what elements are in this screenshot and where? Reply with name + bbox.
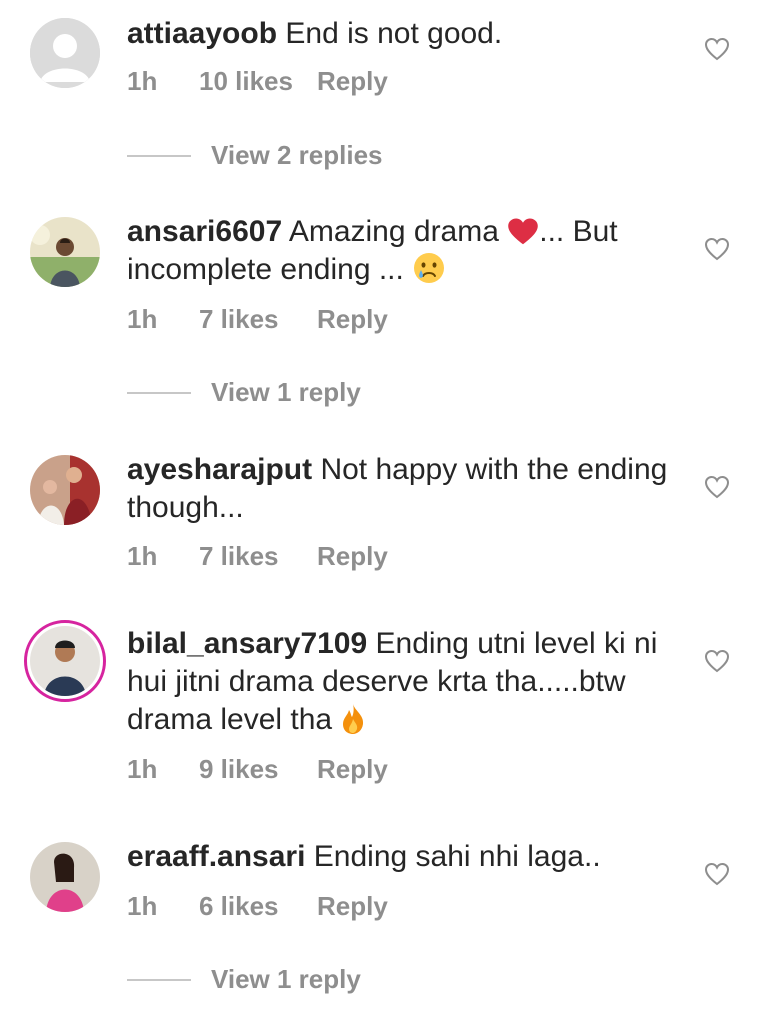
avatar[interactable] <box>30 455 100 525</box>
comment-text: ansari6607 Amazing drama ... But incompl… <box>127 213 687 289</box>
avatar[interactable] <box>30 842 100 912</box>
heart-icon[interactable] <box>704 862 730 886</box>
reply-button[interactable]: Reply <box>317 891 388 922</box>
avatar-with-story-ring[interactable] <box>24 620 106 702</box>
reply-button[interactable]: Reply <box>317 754 388 785</box>
avatar <box>30 626 100 696</box>
heart-icon[interactable] <box>704 649 730 673</box>
comment-username[interactable]: ayesharajput <box>127 453 312 486</box>
fire-icon <box>343 704 364 734</box>
comment-text: attiaayoob End is not good. <box>127 15 687 53</box>
comment-likes[interactable]: 7 likes <box>199 541 317 572</box>
default-avatar-icon <box>30 18 100 88</box>
comment-text: ayesharajput Not happy with the ending t… <box>127 451 687 527</box>
comment-likes[interactable]: 6 likes <box>199 891 317 922</box>
crying-face-icon <box>414 253 445 283</box>
comment-text: eraaff.ansari Ending sahi nhi laga.. <box>127 838 687 876</box>
view-replies-button[interactable]: View 1 reply <box>127 377 361 408</box>
comment-body: End is not good. <box>285 17 503 50</box>
comment-meta: 1h 10 likes Reply <box>127 66 388 97</box>
view-replies-label: View 1 reply <box>211 964 361 994</box>
view-replies-button[interactable]: View 1 reply <box>127 964 361 995</box>
comment-time: 1h <box>127 541 158 571</box>
user-photo-icon <box>30 455 100 525</box>
user-photo-icon <box>30 842 100 912</box>
comment-username[interactable]: eraaff.ansari <box>127 840 305 873</box>
view-replies-label: View 1 reply <box>211 377 361 407</box>
comment-time: 1h <box>127 891 158 921</box>
comment-likes[interactable]: 9 likes <box>199 754 317 785</box>
comment-meta: 1h 7 likes Reply <box>127 541 388 572</box>
comment-time: 1h <box>127 754 158 784</box>
comment-time: 1h <box>127 304 158 334</box>
reply-button[interactable]: Reply <box>317 541 388 572</box>
avatar[interactable] <box>30 217 100 287</box>
comment-likes[interactable]: 7 likes <box>199 304 317 335</box>
view-replies-label: View 2 replies <box>211 140 383 170</box>
divider-line <box>127 978 191 981</box>
comment-meta: 1h 9 likes Reply <box>127 754 388 785</box>
view-replies-button[interactable]: View 2 replies <box>127 140 383 171</box>
reply-button[interactable]: Reply <box>317 304 388 335</box>
comment-body-start: Amazing drama <box>288 215 499 248</box>
comment-body: Ending sahi nhi laga.. <box>313 840 601 873</box>
heart-icon[interactable] <box>704 37 730 61</box>
comment-meta: 1h 6 likes Reply <box>127 891 388 922</box>
divider-line <box>127 154 191 157</box>
red-heart-icon <box>508 218 539 245</box>
comment-username[interactable]: bilal_ansary7109 <box>127 627 367 660</box>
avatar[interactable] <box>30 18 100 88</box>
comment-username[interactable]: ansari6607 <box>127 215 282 248</box>
comment-likes[interactable]: 10 likes <box>199 66 317 97</box>
comment-text: bilal_ansary7109 Ending utni level ki ni… <box>127 625 687 739</box>
comment-username[interactable]: attiaayoob <box>127 17 277 50</box>
heart-icon[interactable] <box>704 237 730 261</box>
reply-button[interactable]: Reply <box>317 66 388 97</box>
divider-line <box>127 391 191 394</box>
heart-icon[interactable] <box>704 475 730 499</box>
comment-meta: 1h 7 likes Reply <box>127 304 388 335</box>
comment-time: 1h <box>127 66 158 96</box>
user-photo-icon <box>30 626 100 696</box>
user-photo-icon <box>30 217 100 287</box>
